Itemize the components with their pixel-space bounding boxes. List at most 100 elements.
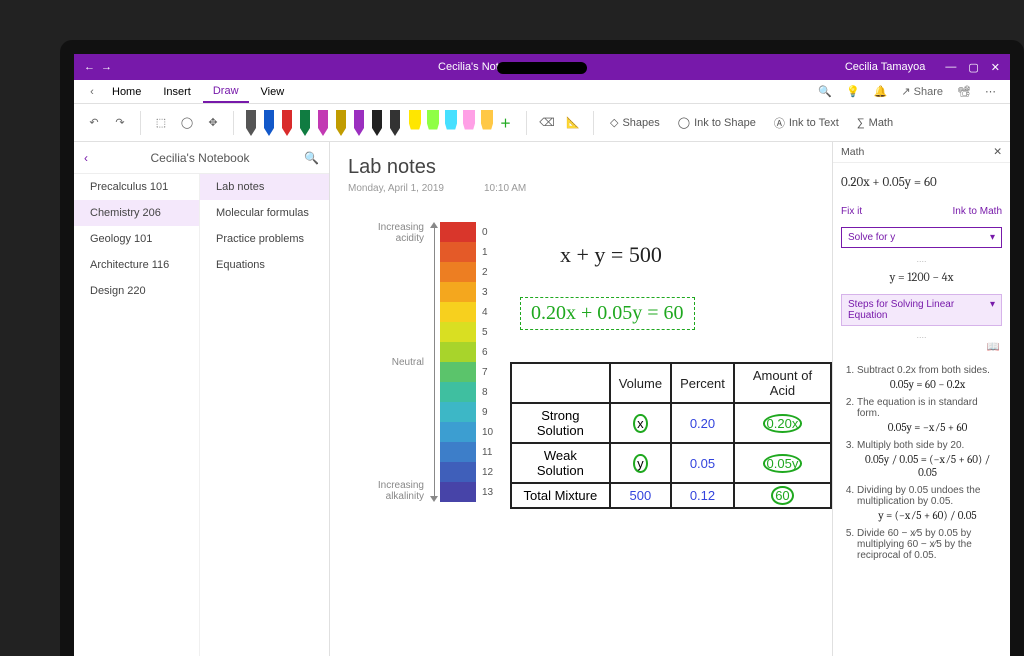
lightbulb-icon[interactable]: 💡 xyxy=(846,85,860,98)
ph-arrow-icon xyxy=(430,222,440,502)
pen-tool[interactable] xyxy=(316,110,330,136)
user-name[interactable]: Cecilia Tamayoa xyxy=(845,61,936,73)
solve-action-select[interactable]: Solve for y ▾ xyxy=(841,227,1002,248)
math-step: Dividing by 0.05 undoes the multiplicati… xyxy=(857,485,998,522)
ribbon-back-icon[interactable]: ‹ xyxy=(84,86,100,98)
pen-tool[interactable] xyxy=(388,110,402,136)
sidebar-page-item[interactable]: Practice problems xyxy=(200,226,329,252)
sidebar-page-item[interactable]: Molecular formulas xyxy=(200,200,329,226)
pen-tool[interactable] xyxy=(262,110,276,136)
math-button[interactable]: ∑ Math xyxy=(851,115,899,131)
maximize-icon[interactable]: ▢ xyxy=(968,61,978,74)
ph-value: 11 xyxy=(482,447,492,458)
ink-to-shape-button[interactable]: ◯ Ink to Shape xyxy=(672,114,762,131)
ph-swatch xyxy=(440,302,476,322)
lasso-tool-icon[interactable]: ◯ xyxy=(177,113,197,133)
bell-icon[interactable]: 🔔 xyxy=(874,85,888,98)
device-camera xyxy=(497,62,587,74)
chevron-down-icon: ▾ xyxy=(990,232,995,243)
ph-swatch xyxy=(440,422,476,442)
sidebar-page-item[interactable]: Equations xyxy=(200,252,329,278)
add-pen-icon[interactable]: ＋ xyxy=(500,115,516,131)
pen-tool[interactable] xyxy=(280,110,294,136)
equation-1[interactable]: x + y = 500 xyxy=(560,242,662,268)
pen-tool[interactable] xyxy=(244,110,258,136)
search-icon[interactable]: 🔍 xyxy=(818,85,832,98)
sidebar-section-item[interactable]: Precalculus 101 xyxy=(74,174,199,200)
table-row: Strong Solution x 0.20 0.20x xyxy=(511,403,831,443)
window-title: Cecilia's Notebook xyxy=(122,61,845,73)
close-icon[interactable]: ✕ xyxy=(991,61,1000,74)
sidebar-page-item[interactable]: Lab notes xyxy=(200,174,329,200)
ph-value: 2 xyxy=(482,267,488,278)
highlighter-tool[interactable] xyxy=(462,110,476,136)
tab-home[interactable]: Home xyxy=(102,82,151,102)
table-row: Weak Solution y 0.05 0.05y xyxy=(511,443,831,483)
ph-swatch xyxy=(440,482,476,502)
solution-table[interactable]: Volume Percent Amount of Acid Strong Sol… xyxy=(510,362,832,509)
math-pane-title: Math xyxy=(841,146,864,158)
sidebar-section-item[interactable]: Design 220 xyxy=(74,278,199,304)
math-pane: Math ✕ 0.20x + 0.05y = 60 Fix it Ink to … xyxy=(832,142,1010,656)
pan-tool-icon[interactable]: ✥ xyxy=(203,113,223,133)
more-icon[interactable]: ⋯ xyxy=(985,85,996,98)
pen-tool[interactable] xyxy=(352,110,366,136)
ph-value: 3 xyxy=(482,287,488,298)
math-pane-close-icon[interactable]: ✕ xyxy=(993,146,1002,158)
table-row: Total Mixture 500 0.12 60 xyxy=(511,483,831,508)
select-tool-icon[interactable]: ⬚ xyxy=(151,113,171,133)
minimize-icon[interactable]: — xyxy=(945,61,956,74)
ph-value: 5 xyxy=(482,327,488,338)
equation-2-selected[interactable]: 0.20x + 0.05y = 60 xyxy=(520,297,695,330)
ph-value: 9 xyxy=(482,407,488,418)
highlighter-tool[interactable] xyxy=(426,110,440,136)
page-title[interactable]: Lab notes xyxy=(348,156,814,179)
highlighter-tool[interactable] xyxy=(480,110,494,136)
ph-swatch xyxy=(440,242,476,262)
tab-draw[interactable]: Draw xyxy=(203,81,249,103)
ph-value: 0 xyxy=(482,227,488,238)
ph-value: 12 xyxy=(482,467,493,478)
nav-forward-icon[interactable]: → xyxy=(101,61,112,73)
pen-tool[interactable] xyxy=(298,110,312,136)
nav-back-icon[interactable]: ← xyxy=(84,61,95,73)
pen-tool[interactable] xyxy=(370,110,384,136)
steps-header[interactable]: Steps for Solving Linear Equation ▾ xyxy=(841,294,1002,326)
tab-insert[interactable]: Insert xyxy=(153,82,201,102)
shapes-button[interactable]: ◇ Shapes xyxy=(604,114,666,131)
ribbon-tools: ↶ ↷ ⬚ ◯ ✥ ＋ ⌫ 📐 ◇ Shapes ◯ Ink to Shape … xyxy=(74,104,1010,142)
notebook-name[interactable]: Cecilia's Notebook xyxy=(96,151,304,165)
sidebar-section-item[interactable]: Geology 101 xyxy=(74,226,199,252)
sidebar: ‹ Cecilia's Notebook 🔍 Precalculus 101Ch… xyxy=(74,142,330,656)
ribbon-tabs: ‹ Home Insert Draw View 🔍 💡 🔔 ↗ Share 📽 … xyxy=(74,80,1010,104)
sidebar-section-item[interactable]: Architecture 116 xyxy=(74,252,199,278)
eraser-icon[interactable]: ⌫ xyxy=(537,113,557,133)
ruler-icon[interactable]: 📐 xyxy=(563,113,583,133)
ph-swatch xyxy=(440,382,476,402)
sidebar-section-item[interactable]: Chemistry 206 xyxy=(74,200,199,226)
ph-value: 13 xyxy=(482,487,493,498)
ink-to-text-button[interactable]: Ⓐ Ink to Text xyxy=(768,113,845,133)
present-icon[interactable]: 📽 xyxy=(957,85,971,98)
share-button[interactable]: ↗ Share xyxy=(901,85,943,98)
ph-value: 6 xyxy=(482,347,488,358)
tab-view[interactable]: View xyxy=(251,82,295,102)
pen-tool[interactable] xyxy=(334,110,348,136)
highlighter-tool[interactable] xyxy=(444,110,458,136)
fix-it-button[interactable]: Fix it xyxy=(841,206,862,217)
notebook-search-icon[interactable]: 🔍 xyxy=(304,151,319,165)
ph-value: 8 xyxy=(482,387,488,398)
math-step: Subtract 0.2x from both sides.0.05y = 60… xyxy=(857,365,998,391)
book-icon[interactable]: 📖 xyxy=(987,341,1000,353)
ph-swatch xyxy=(440,362,476,382)
ph-swatch xyxy=(440,462,476,482)
ink-to-math-button[interactable]: Ink to Math xyxy=(953,206,1002,217)
ph-swatch xyxy=(440,342,476,362)
math-step: Divide 60 − x⁄5 by 0.05 by multiplying 6… xyxy=(857,528,998,561)
notebook-back-icon[interactable]: ‹ xyxy=(84,151,88,165)
math-equation: 0.20x + 0.05y = 60 xyxy=(833,163,1010,202)
undo-icon[interactable]: ↶ xyxy=(84,113,104,133)
page-canvas[interactable]: Lab notes Monday, April 1, 2019 10:10 AM… xyxy=(330,142,832,656)
highlighter-tool[interactable] xyxy=(408,110,422,136)
redo-icon[interactable]: ↷ xyxy=(110,113,130,133)
